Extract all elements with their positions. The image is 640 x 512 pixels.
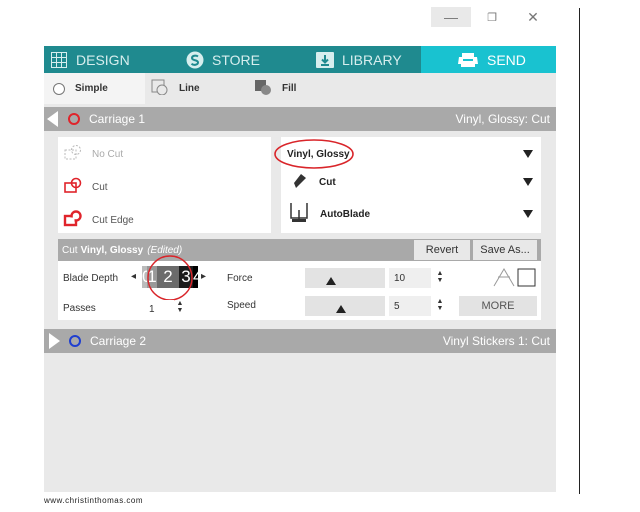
carriage-2-circle-icon [69,335,81,347]
tab-send[interactable]: SEND [421,46,556,73]
tab-design[interactable]: DESIGN [44,46,168,73]
blade-cut-icon [293,173,307,192]
autoblade-icon [289,202,309,227]
library-download-icon [316,51,334,69]
speed-slider-thumb[interactable] [336,305,346,313]
mode-line-label: Line [179,83,200,94]
arrow-right-icon[interactable]: ▸ [201,271,206,282]
cut-icon [62,177,84,198]
tool-dropdown[interactable]: AutoBlade [285,200,543,228]
minimize-button[interactable]: — [431,7,471,27]
watermark-text: www.christinthomas.com [44,496,144,505]
annotation-circle-blade-depth [147,255,193,301]
passes-value: 1 [149,303,155,315]
cut-edge-icon [62,210,84,231]
carriage-2-label: Carriage 2 [90,334,147,348]
window-edge [579,8,580,494]
force-input[interactable]: 10 [389,268,431,288]
close-button[interactable]: ✕ [513,7,553,27]
force-value: 10 [394,272,406,284]
action-dropdown[interactable]: Cut [285,168,543,196]
speed-slider[interactable] [305,296,385,316]
more-button-label: MORE [481,300,515,312]
annotation-ellipse-material [274,139,354,169]
carriage-1-circle-icon [68,113,80,125]
edited-material: Vinyl, Glossy [80,244,144,256]
carriage-2-header[interactable]: Carriage 2 Vinyl Stickers 1: Cut [44,329,556,353]
no-cut-icon [62,144,84,165]
collapse-arrow-icon[interactable] [47,111,58,127]
passes-input[interactable]: 1 [144,300,174,318]
tab-send-label: SEND [487,51,526,68]
restore-button[interactable]: ❐ [472,7,512,27]
mode-simple-label: Simple [75,83,108,94]
option-cut-edge-label: Cut Edge [92,215,134,226]
save-as-button[interactable]: Save As... [473,240,537,260]
option-cut-label: Cut [92,182,108,193]
cut-options-box: No Cut Cut Cut Edge [58,137,271,233]
grid-icon [50,51,68,69]
option-cut-edge[interactable]: Cut Edge [62,210,134,231]
mode-simple[interactable]: Simple [44,73,145,104]
tab-library-label: LIBRARY [342,51,402,68]
restore-icon: ❐ [487,11,497,24]
force-stepper[interactable]: ▲ ▼ [436,270,444,284]
edited-prefix: Cut [62,244,78,256]
carriage-1-label: Carriage 1 [89,112,146,126]
line-shape-icon [151,79,169,98]
force-slider-thumb[interactable] [326,277,336,285]
option-no-cut[interactable]: No Cut [62,144,123,165]
tab-bar: DESIGN STORE LIBRARY SEND [44,46,556,73]
chevron-down-icon [523,178,533,186]
cut-edited-bar: Cut Vinyl, Glossy (Edited) Revert Save A… [58,239,541,261]
revert-button-label: Revert [425,244,459,256]
tab-library[interactable]: LIBRARY [296,46,421,73]
carriage-1-header[interactable]: Carriage 1 Vinyl, Glossy: Cut [44,107,556,131]
chevron-down-icon [523,210,533,218]
chevron-down-icon [523,150,533,158]
tool-preview-icon [493,268,536,287]
arrow-left-icon[interactable]: ◂ [131,271,136,282]
option-cut[interactable]: Cut [62,177,108,198]
revert-button[interactable]: Revert [414,240,470,260]
speed-stepper[interactable]: ▲ ▼ [436,298,444,312]
more-button[interactable]: MORE [459,296,537,316]
blade-depth-label: Blade Depth [63,273,119,284]
tool-dropdown-value: AutoBlade [320,208,370,220]
radio-circle-icon [53,82,65,95]
tab-store-label: STORE [212,51,260,68]
speed-value: 5 [394,300,400,312]
tab-store[interactable]: STORE [168,46,296,73]
passes-stepper[interactable]: ▲ ▼ [176,300,184,314]
expand-arrow-icon[interactable] [49,333,60,349]
force-label: Force [227,273,253,284]
tab-design-label: DESIGN [76,51,130,68]
speed-label: Speed [227,300,256,311]
mode-bar: Simple Line Fill [44,73,556,104]
mode-fill-label: Fill [282,83,297,94]
save-as-button-label: Save As... [480,244,530,256]
carriage-2-material: Vinyl Stickers 1: Cut [442,334,550,348]
minimize-icon: — [444,9,458,25]
mode-line[interactable]: Line [148,73,238,104]
close-icon: ✕ [527,8,539,25]
send-printer-icon [457,51,479,69]
carriage-1-material: Vinyl, Glossy: Cut [455,112,550,126]
option-no-cut-label: No Cut [92,149,124,160]
store-s-icon [186,51,204,69]
passes-label: Passes [63,303,96,314]
fill-shape-icon [254,79,272,98]
force-slider[interactable] [305,268,385,288]
speed-input[interactable]: 5 [389,296,431,316]
action-dropdown-value: Cut [319,176,336,188]
mode-fill[interactable]: Fill [252,73,342,104]
